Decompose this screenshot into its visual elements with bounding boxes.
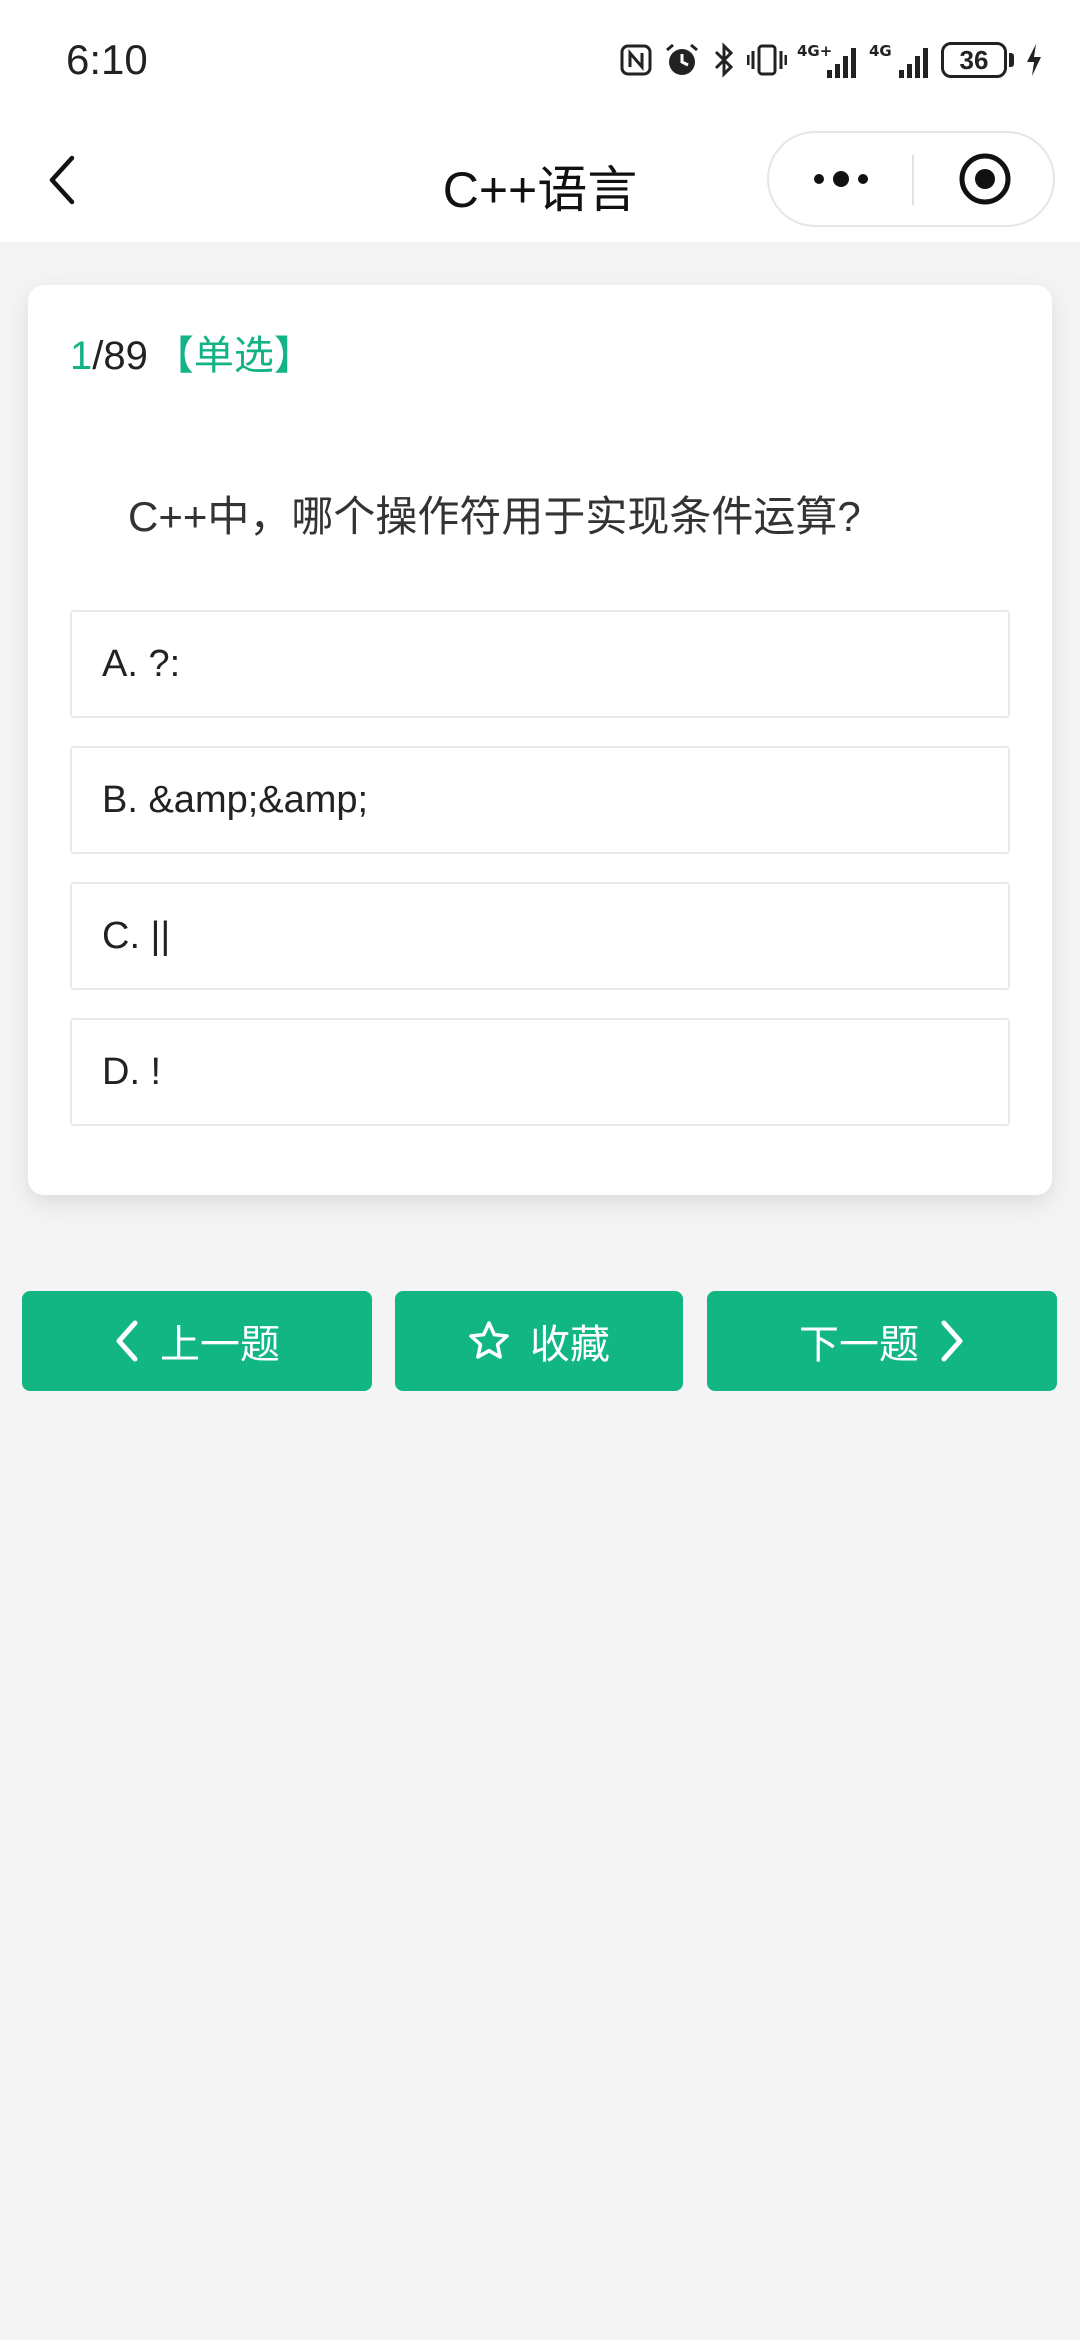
option-label: B. &amp;&amp;: [102, 778, 369, 821]
battery-icon: 36: [941, 42, 1014, 78]
nav-bar: C++语言: [0, 120, 1080, 242]
prev-question-button[interactable]: 上一题: [22, 1291, 372, 1391]
svg-text:4G: 4G: [869, 42, 892, 60]
option-d[interactable]: D. !: [70, 1018, 1010, 1126]
target-circle-icon: [959, 153, 1011, 205]
more-button[interactable]: [769, 133, 913, 225]
svg-text:4G+: 4G+: [797, 42, 832, 60]
status-bar: 6:10 4G+ 4G 36: [0, 0, 1080, 120]
prev-question-label: 上一题: [160, 1323, 280, 1367]
option-label: C. ||: [102, 914, 171, 957]
chevron-left-icon: [116, 1320, 138, 1362]
question-current-number: 1: [70, 334, 93, 378]
signal-4g-icon: 4G: [869, 42, 928, 78]
question-total: /89: [92, 334, 148, 378]
charging-icon: [1027, 44, 1041, 76]
vibrate-icon: [747, 44, 787, 76]
status-icons: 4G+ 4G 36: [619, 38, 1044, 82]
next-question-button[interactable]: 下一题: [707, 1291, 1057, 1391]
option-a[interactable]: A. ?:: [70, 610, 1010, 718]
option-c[interactable]: C. ||: [70, 882, 1010, 990]
more-dots-icon: [814, 174, 824, 184]
top-bar: 6:10 4G+ 4G 36 C++语言: [0, 0, 1080, 242]
favorite-button[interactable]: 收藏: [395, 1291, 683, 1391]
question-card: 1 /89 【单选】 C++中，哪个操作符用于实现条件运算? A. ?: B. …: [28, 285, 1052, 1195]
battery-level: 36: [941, 42, 1007, 78]
alarm-icon: [666, 43, 698, 75]
nfc-icon: [620, 44, 652, 76]
star-outline-icon: [469, 1321, 509, 1359]
capsule-divider: [912, 155, 914, 205]
next-question-label: 下一题: [799, 1323, 919, 1367]
question-header: 1 /89 【单选】: [70, 323, 314, 381]
chevron-right-icon: [941, 1320, 963, 1362]
bluetooth-icon: [714, 42, 734, 78]
option-label: D. !: [102, 1050, 162, 1093]
mini-program-capsule: [767, 131, 1055, 227]
question-type-badge: 【单选】: [153, 334, 314, 378]
close-button[interactable]: [915, 133, 1055, 225]
option-label: A. ?:: [102, 642, 181, 685]
favorite-label: 收藏: [530, 1323, 610, 1367]
signal-4g-plus-icon: 4G+: [797, 42, 856, 78]
status-time: 6:10: [66, 36, 148, 83]
option-b[interactable]: B. &amp;&amp;: [70, 746, 1010, 854]
question-text: C++中，哪个操作符用于实现条件运算?: [128, 493, 861, 540]
